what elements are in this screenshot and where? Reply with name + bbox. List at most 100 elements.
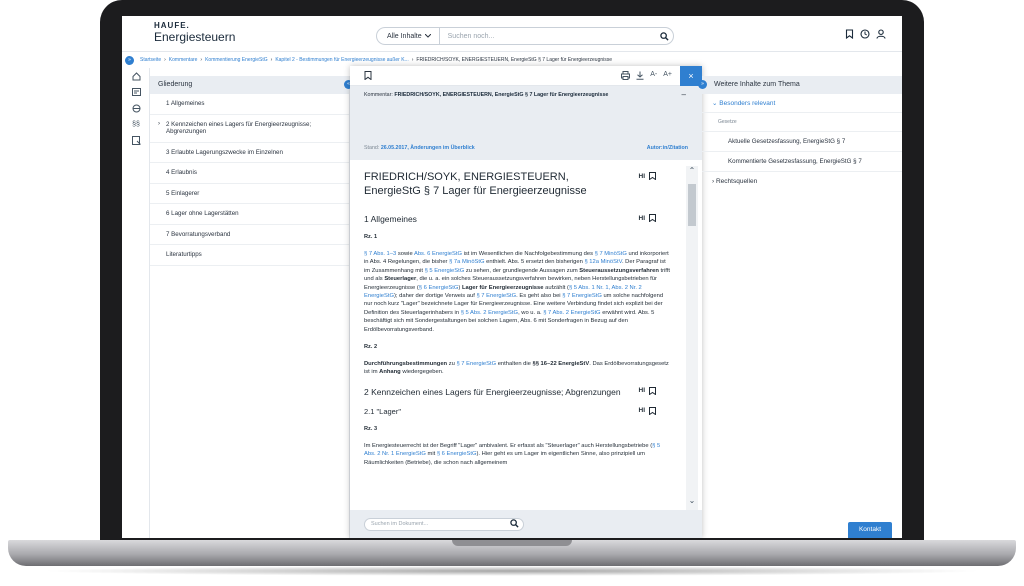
related-category: Gesetze [702, 112, 902, 131]
outline-item[interactable]: 5 Einlagerer [150, 184, 349, 204]
breadcrumb-current: FRIEDRICH/SOYK, ENERGIESTEUERN, EnergieS… [416, 57, 613, 63]
paragraph: § 7 Abs. 1–3 sowie Abs. 6 EnergieStG ist… [364, 251, 671, 333]
rail-home[interactable] [122, 68, 150, 84]
font-decrease-button[interactable]: A- [650, 71, 657, 80]
law-link[interactable]: § 5 Abs. 2 EnergieStG [461, 310, 518, 316]
search-icon [510, 519, 519, 528]
font-increase-button[interactable]: A+ [663, 71, 672, 80]
hi-bookmark-tools: HI [639, 406, 656, 415]
document-tools: A- A+ [621, 71, 672, 80]
print-icon[interactable] [621, 71, 631, 80]
law-link[interactable]: § 5 Abs. 2 Nr. 1 EnergieStG [364, 443, 660, 457]
collapse-meta-button[interactable]: – [682, 90, 686, 99]
law-link[interactable]: § 7 EnergieStG [456, 361, 496, 367]
chevron-up-icon[interactable]: ⌃ [686, 166, 698, 175]
document-panel: A- A+ × Kommentar: FRIEDRICH/SOYK, ENERG… [350, 66, 702, 538]
breadcrumb-item[interactable]: Kommentare [169, 57, 198, 63]
outline-item[interactable]: 1 Allgemeines [150, 94, 349, 115]
law-link[interactable]: § 7 EnergieStG [476, 293, 516, 299]
related-group-label: Besonders relevant [719, 100, 776, 107]
stand-label: Stand: [364, 145, 380, 151]
breadcrumb-separator: › [200, 57, 203, 63]
related-link[interactable]: Kommentierte Gesetzesfassung, EnergieStG… [702, 151, 902, 171]
document-bookmark-button[interactable] [364, 71, 372, 80]
document-search-button[interactable] [510, 519, 519, 528]
breadcrumb-item[interactable]: Kommentierung EnergieStG [205, 57, 268, 63]
contact-button[interactable]: Kontakt [848, 522, 892, 538]
search-input[interactable]: Suchen noch... [440, 33, 655, 40]
margin-number: Rz. 2 [364, 344, 378, 351]
document-meta: Kommentar: FRIEDRICH/SOYK, ENERGIESTEUER… [350, 86, 702, 160]
related-link[interactable]: Aktuelle Gesetzesfassung, EnergieStG § 7 [702, 131, 902, 151]
breadcrumb-item[interactable]: Startseite [140, 57, 161, 63]
outline-item[interactable]: 3 Erlaubte Lagerungszwecke im Einzelnen [150, 143, 349, 163]
document-stand: Stand: 26.05.2017, Änderungen im Überbli… [364, 145, 475, 151]
search-icon [659, 31, 669, 41]
law-link[interactable]: § 12a MinöStV [584, 259, 622, 265]
bookmark-icon[interactable] [845, 29, 854, 39]
scrollbar-thumb[interactable] [688, 184, 696, 226]
header-actions [845, 29, 886, 39]
citation-link[interactable]: Autor:in/Zitation [647, 145, 688, 151]
law-link[interactable]: § 7 MinöStG [595, 251, 627, 257]
breadcrumb-item[interactable]: Kapitel 2 - Bestimmungen für Energieerze… [275, 57, 408, 63]
law-link[interactable]: § 7 EnergieStG [562, 293, 602, 299]
outline-item[interactable]: 7 Bevorratungsverband [150, 225, 349, 245]
law-link[interactable]: § 6 EnergieStG [419, 285, 459, 291]
margin-number: Rz. 3 [364, 425, 378, 432]
document-body: FRIEDRICH/SOYK, ENERGIESTEUERN, EnergieS… [350, 160, 686, 510]
rail-topics[interactable] [122, 100, 150, 116]
bookmark-icon[interactable] [649, 406, 656, 415]
outline-item[interactable]: 6 Lager ohne Lagerstätten [150, 204, 349, 225]
law-link[interactable]: § 7 Abs. 1–3 [364, 251, 396, 257]
chevron-right-icon: › [158, 120, 160, 127]
outline-title: Gliederung [158, 81, 193, 88]
search-scope-select[interactable]: Alle Inhalte [377, 28, 440, 44]
history-icon[interactable] [860, 29, 870, 39]
hi-button[interactable]: HI [639, 215, 646, 222]
search-button[interactable] [655, 31, 673, 41]
law-link[interactable]: § 7 Abs. 2 EnergieStG [543, 310, 600, 316]
related-sources-toggle[interactable]: › Rechtsquellen [702, 171, 902, 191]
user-icon[interactable] [876, 29, 886, 39]
bookmark-icon[interactable] [649, 214, 656, 222]
rail-documents[interactable] [122, 84, 150, 100]
law-link[interactable]: § 5 EnergieStG [425, 268, 465, 274]
hi-button[interactable]: HI [639, 387, 646, 394]
related-group-toggle[interactable]: ⌄ Besonders relevant [702, 94, 902, 112]
download-icon[interactable] [636, 71, 644, 80]
document-scrollbar[interactable]: ⌃ ⌄ [686, 166, 698, 510]
document-meta-line: Kommentar: FRIEDRICH/SOYK, ENERGIESTEUER… [364, 92, 688, 98]
stand-link[interactable]: 26.05.2017, Änderungen im Überblick [381, 145, 475, 151]
meta-label: Kommentar: [364, 92, 393, 98]
law-link[interactable]: § 6 EnergieStG [437, 451, 477, 457]
id-card-icon [131, 88, 141, 96]
hi-button[interactable]: HI [639, 173, 646, 180]
hi-bookmark-tools: HI [639, 172, 656, 180]
document-footer: Suchen im Dokument... [350, 510, 702, 538]
bookmark-icon[interactable] [649, 172, 656, 180]
brand-logo[interactable]: HAUFE. [154, 21, 190, 30]
outline-item[interactable]: 4 Erlaubnis [150, 163, 349, 184]
laptop-shadow [40, 566, 984, 576]
rail-laws[interactable]: §§ [122, 116, 150, 132]
outline-item[interactable]: Literaturtipps [150, 245, 349, 266]
section-heading: 1 Allgemeines [364, 214, 417, 224]
related-title: Weitere Inhalte zum Thema [714, 81, 800, 88]
law-link[interactable]: Abs. 6 EnergieStG [414, 251, 462, 257]
outline-header: Gliederung « [150, 76, 353, 94]
hi-bookmark-tools: HI [639, 214, 656, 222]
chevron-down-icon[interactable]: ⌄ [686, 496, 698, 505]
document-search-input[interactable]: Suchen im Dokument... [364, 518, 524, 531]
related-collapse-button[interactable]: » [698, 80, 707, 89]
hi-button[interactable]: HI [639, 407, 646, 414]
rail-forms[interactable] [122, 132, 150, 148]
bookmark-icon[interactable] [649, 386, 656, 395]
app-header: HAUFE. Energiesteuern Alle Inhalte Suche… [122, 16, 902, 52]
chevron-down-icon [424, 34, 431, 38]
global-search: Alle Inhalte Suchen noch... [376, 27, 674, 45]
law-link[interactable]: § 7a MinöStG [449, 259, 484, 265]
section-heading: 2 Kennzeichen eines Lagers für Energieer… [364, 386, 621, 397]
search-scope-label: Alle Inhalte [387, 32, 422, 40]
outline-item[interactable]: › 2 Kennzeichen eines Lagers für Energiee… [150, 115, 349, 143]
